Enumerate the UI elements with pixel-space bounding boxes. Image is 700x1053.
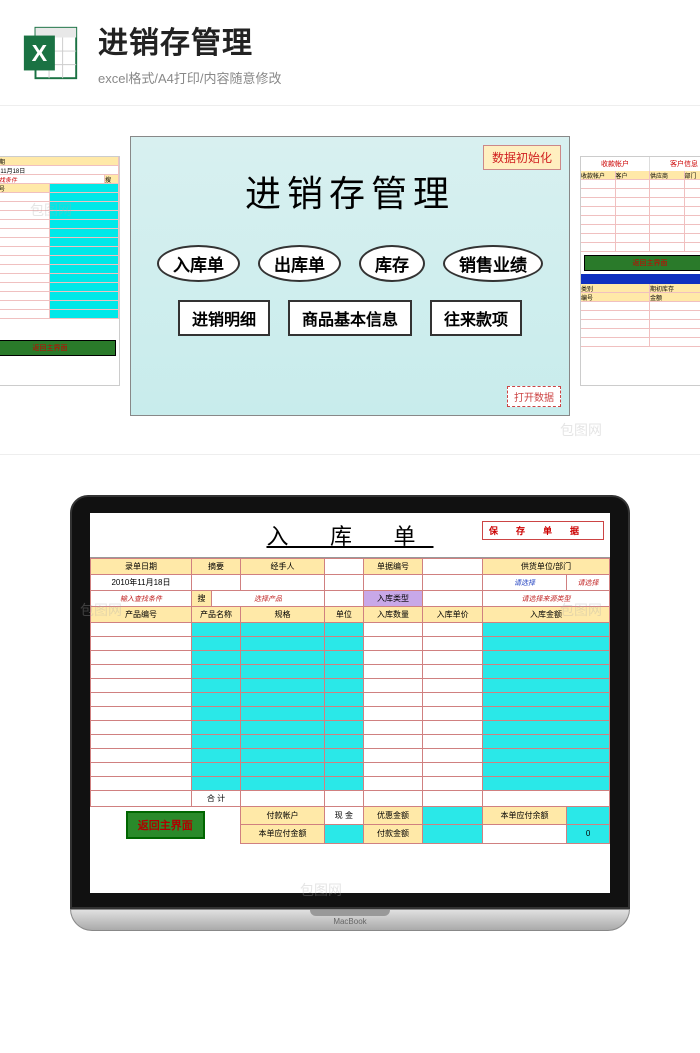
page-header: X 进销存管理 excel格式/A4打印/内容随意修改 — [0, 0, 700, 105]
mini-col: 金额 — [650, 293, 700, 301]
mini-col: 期初库存 — [650, 284, 700, 292]
col-header: 规格 — [240, 607, 324, 623]
inbound-sheet: 录单日期 摘要 经手人 单据编号 供货单位/部门 2010年11月18日 请选择… — [90, 558, 610, 844]
table-row[interactable] — [91, 763, 610, 777]
mini-col: 部门 — [685, 171, 700, 179]
mini-header: 录单日期 — [0, 157, 119, 165]
payments-button[interactable]: 往来款项 — [430, 300, 522, 336]
table-row[interactable] — [91, 665, 610, 679]
page-subtitle: excel格式/A4打印/内容随意修改 — [98, 68, 680, 87]
search-hint[interactable]: 输入查找条件 — [91, 591, 192, 607]
main-menu-panel: 数据初始化 进销存管理 入库单 出库单 库存 销售业绩 进销明细 商品基本信息 … — [130, 136, 570, 416]
open-data-button[interactable]: 打开数据 — [507, 386, 561, 407]
svg-text:X: X — [32, 39, 48, 65]
preview-section-laptop: 入 库 单 保存单据 录单日期 摘要 经手人 单据编号 供货单位/部门 2010… — [0, 455, 700, 1015]
mini-header: 产品编号 — [0, 184, 50, 192]
cell-label: 付款金额 — [363, 825, 423, 843]
table-row[interactable] — [91, 735, 610, 749]
table-row[interactable] — [91, 721, 610, 735]
table-row[interactable] — [91, 777, 610, 791]
select-link[interactable]: 请选择 — [482, 575, 566, 591]
col-header: 入库数量 — [363, 607, 423, 623]
select-product-link[interactable]: 选择产品 — [211, 591, 324, 607]
cell-label: 摘要 — [191, 559, 240, 575]
mini-tabs: 收款帐户 客户信息 — [581, 157, 700, 171]
total-row: 合 计 — [91, 791, 610, 807]
inventory-button[interactable]: 库存 — [359, 245, 425, 282]
cell-value[interactable]: 现 金 — [325, 807, 364, 825]
inbound-button[interactable]: 入库单 — [157, 245, 240, 282]
col-header: 入库金额 — [482, 607, 609, 623]
col-header: 产品名称 — [191, 607, 240, 623]
cell-label: 录单日期 — [91, 559, 192, 575]
product-info-button[interactable]: 商品基本信息 — [288, 300, 412, 336]
outbound-button[interactable]: 出库单 — [258, 245, 341, 282]
table-row[interactable] — [91, 679, 610, 693]
page-title: 进销存管理 — [98, 18, 680, 62]
mini-col: 类别 — [581, 284, 650, 292]
cell-label: 优惠金额 — [363, 807, 423, 825]
laptop-mockup: 入 库 单 保存单据 录单日期 摘要 经手人 单据编号 供货单位/部门 2010… — [70, 495, 630, 931]
cell-label: 本单应付金额 — [240, 825, 324, 843]
sheet-title-text: 入 库 单 — [266, 524, 433, 549]
table-row[interactable] — [91, 693, 610, 707]
laptop-screen: 入 库 单 保存单据 录单日期 摘要 经手人 单据编号 供货单位/部门 2010… — [90, 513, 610, 893]
table-row[interactable] — [91, 623, 610, 637]
sales-button[interactable]: 销售业绩 — [443, 245, 543, 282]
save-button[interactable]: 保存单据 — [482, 521, 604, 540]
laptop-base: MacBook — [70, 909, 630, 931]
search-button[interactable]: 搜 — [191, 591, 211, 607]
cell-label: 付款帐户 — [240, 807, 324, 825]
mini-sheet-left: 录单日期 2010年11月18日 输入查找条件搜 产品编号 返回主界面 — [0, 156, 120, 386]
detail-button[interactable]: 进销明细 — [178, 300, 270, 336]
select-type-link[interactable]: 请选择来源类型 — [482, 591, 609, 607]
mini-col: 编号 — [581, 293, 650, 301]
excel-icon: X — [20, 22, 82, 84]
cell-label: 入库类型 — [363, 591, 423, 607]
mini-col: 客户 — [616, 171, 651, 179]
cell-label: 供货单位/部门 — [482, 559, 609, 575]
table-row[interactable] — [91, 651, 610, 665]
mini-date: 2010年11月18日 — [0, 166, 119, 174]
cell-label: 经手人 — [240, 559, 324, 575]
cell-label: 本单应付余额 — [482, 807, 566, 825]
mini-back-button[interactable]: 返回主界面 — [584, 255, 700, 271]
table-row[interactable] — [91, 637, 610, 651]
cell-label: 单据编号 — [363, 559, 423, 575]
preview-section-menu: 录单日期 2010年11月18日 输入查找条件搜 产品编号 返回主界面 收款帐户… — [0, 105, 700, 455]
back-main-button[interactable]: 返回主界面 — [126, 811, 205, 839]
total-label: 合 计 — [191, 791, 240, 807]
mini-col: 供应商 — [650, 171, 685, 179]
table-row[interactable] — [91, 707, 610, 721]
table-row[interactable] — [91, 749, 610, 763]
footer-row: 返回主界面 付款帐户 现 金 优惠金额 本单应付余额 — [91, 807, 610, 825]
mini-sheet-right: 收款帐户 客户信息 收款帐户客户供应商部门 返回主界面 类别期初库存 编号金额 — [580, 156, 700, 386]
mini-tab[interactable]: 收款帐户 — [581, 157, 650, 171]
mini-col: 收款帐户 — [581, 171, 616, 179]
col-header: 产品编号 — [91, 607, 192, 623]
select-link[interactable]: 请选择 — [567, 575, 610, 591]
sheet-title: 入 库 单 保存单据 — [90, 513, 610, 558]
mini-search-hint: 输入查找条件 — [0, 175, 105, 183]
laptop-brand: MacBook — [333, 917, 366, 926]
mini-search-button[interactable]: 搜 — [105, 175, 119, 183]
init-data-button[interactable]: 数据初始化 — [483, 145, 561, 170]
cell-value: 0 — [567, 825, 610, 843]
cell-date[interactable]: 2010年11月18日 — [91, 575, 192, 591]
mini-back-button[interactable]: 返回主界面 — [0, 340, 116, 356]
mini-tab[interactable]: 客户信息 — [650, 157, 700, 171]
col-header: 入库单价 — [423, 607, 483, 623]
col-header: 单位 — [325, 607, 364, 623]
